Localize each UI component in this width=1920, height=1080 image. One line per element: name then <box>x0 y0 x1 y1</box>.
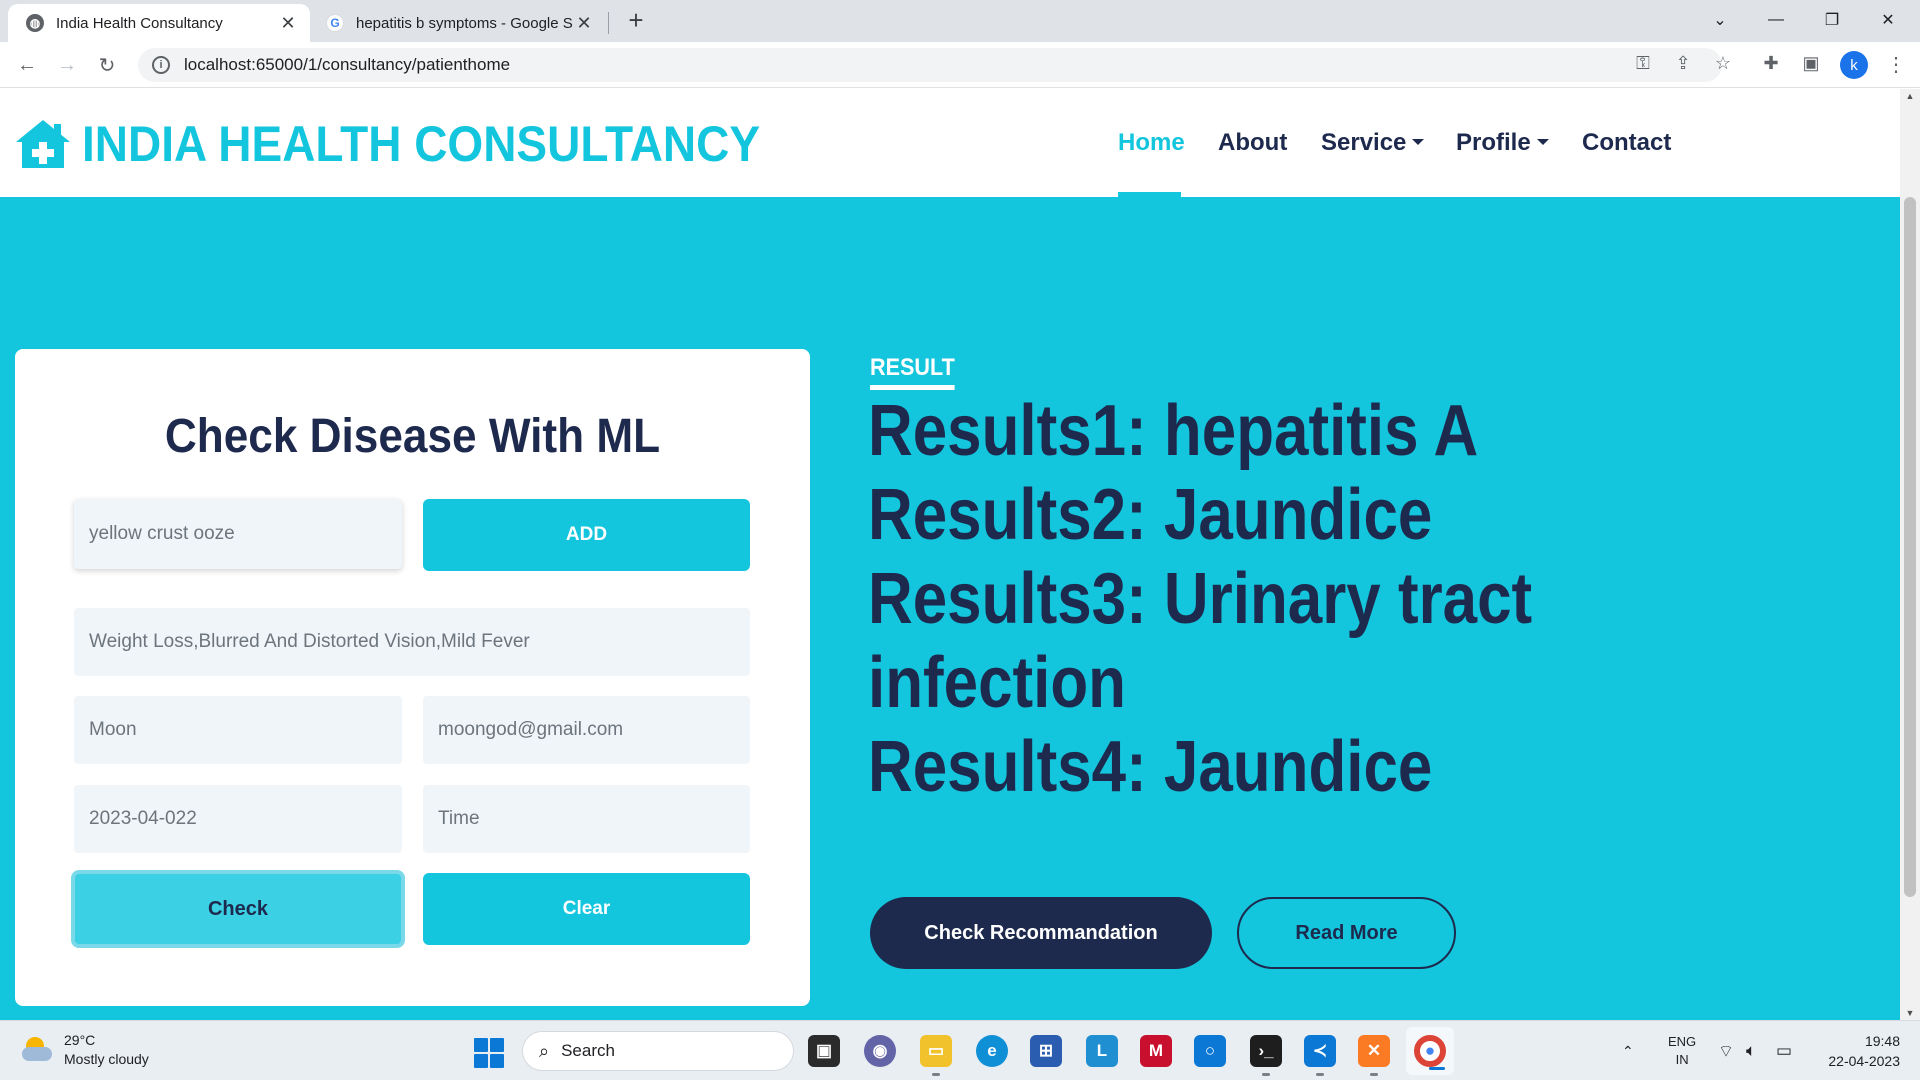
address-bar[interactable]: i localhost:65000/1/consultancy/patienth… <box>138 48 1722 82</box>
house-medical-icon <box>16 120 70 168</box>
hero-section: Check Disease With ML yellow crust ooze … <box>0 197 1900 1020</box>
nav-profile-label: Profile <box>1456 129 1531 156</box>
search-icon: ⌕ <box>539 1040 550 1061</box>
volume-icon[interactable]: 🔈︎ <box>1746 1021 1756 1080</box>
read-more-button[interactable]: Read More <box>1237 897 1456 969</box>
task-view-icon[interactable]: ▣ <box>808 1035 840 1067</box>
clear-button[interactable]: Clear <box>423 873 750 945</box>
weather-temp: 29°C <box>64 1032 96 1048</box>
file-explorer-icon[interactable]: ▭ <box>920 1035 952 1076</box>
reload-icon[interactable]: ↻ <box>92 50 122 80</box>
weather-widget[interactable]: 29°C Mostly cloudy <box>20 1031 149 1069</box>
weather-cloud-icon <box>20 1035 54 1065</box>
browser-toolbar: ← → ↻ i localhost:65000/1/consultancy/pa… <box>0 42 1920 88</box>
name-field[interactable]: Moon <box>74 696 402 764</box>
page-scrollbar[interactable]: ▲ ▼ <box>1900 89 1920 1020</box>
results-list: Results1: hepatitis A Results2: Jaundice… <box>868 389 1768 809</box>
scroll-down-icon[interactable]: ▼ <box>1900 1008 1920 1018</box>
nav-home[interactable]: Home <box>1118 129 1185 157</box>
browser-tab-active[interactable]: ◍ India Health Consultancy ✕ <box>8 4 310 42</box>
teams-chat-icon[interactable]: ◉ <box>864 1035 896 1067</box>
chevron-down-icon <box>1412 138 1425 145</box>
bookmark-star-icon[interactable]: ☆ <box>1708 48 1738 78</box>
date-field[interactable]: 2023-04-022 <box>74 785 402 853</box>
store-icon[interactable]: ⊞ <box>1030 1035 1062 1067</box>
share-icon[interactable]: ⇪ <box>1668 48 1698 78</box>
site-info-icon[interactable]: i <box>152 56 170 74</box>
extensions-icon[interactable]: ✚ <box>1756 48 1786 78</box>
side-panel-icon[interactable]: ▣ <box>1796 48 1826 78</box>
new-tab-button[interactable]: + <box>622 6 650 34</box>
restore-button[interactable]: ❐ <box>1804 0 1860 40</box>
minimize-button[interactable]: — <box>1748 0 1804 40</box>
edge-browser-icon[interactable]: e <box>976 1035 1008 1067</box>
google-icon: G <box>326 14 344 32</box>
tray-overflow-icon[interactable]: ⌃ <box>1622 1021 1634 1080</box>
profile-avatar[interactable]: k <box>1840 51 1868 79</box>
result-tag: RESULT <box>870 354 955 390</box>
scroll-up-icon[interactable]: ▲ <box>1900 91 1920 101</box>
tab-separator <box>608 12 609 34</box>
tab-title: India Health Consultancy <box>56 14 223 32</box>
symptom-input[interactable]: yellow crust ooze <box>74 499 402 569</box>
time-field[interactable]: Time <box>423 785 750 853</box>
taskbar-search[interactable]: ⌕ Search <box>522 1031 794 1071</box>
nav-service-label: Service <box>1321 129 1407 156</box>
language-indicator[interactable]: ENG IN <box>1668 1021 1696 1080</box>
url-text: localhost:65000/1/consultancy/patienthom… <box>184 55 511 74</box>
result-line: Results2: Jaundice <box>868 475 1433 555</box>
close-tab-icon[interactable]: ✕ <box>574 13 594 34</box>
battery-icon[interactable]: ▭ <box>1776 1021 1792 1080</box>
mcafee-icon[interactable]: M <box>1140 1035 1172 1067</box>
brand-name: INDIA HEALTH CONSULTANCY <box>82 116 761 172</box>
tab-title: hepatitis b symptoms - Google S <box>356 14 573 32</box>
vscode-icon[interactable]: ≺ <box>1304 1035 1336 1076</box>
nav-about[interactable]: About <box>1218 129 1287 157</box>
taskbar-clock[interactable]: 19:48 22-04-2023 <box>1810 1031 1900 1071</box>
back-icon[interactable]: ← <box>12 50 42 80</box>
wifi-icon[interactable]: ⌔ <box>1718 1021 1734 1080</box>
result-line: Results3: Urinary tract <box>868 559 1533 639</box>
result-line: Results1: hepatitis A <box>868 391 1479 471</box>
globe-icon: ◍ <box>26 14 44 32</box>
brand[interactable]: INDIA HEALTH CONSULTANCY <box>14 115 819 173</box>
windows-start-icon[interactable] <box>474 1038 504 1068</box>
chrome-icon[interactable]: ● <box>1414 1035 1446 1070</box>
lang-bottom: IN <box>1675 1052 1689 1067</box>
browser-menu-icon[interactable]: ⋮ <box>1884 51 1908 79</box>
disease-check-form: Check Disease With ML yellow crust ooze … <box>15 349 810 1006</box>
l-app-icon[interactable]: L <box>1086 1035 1118 1067</box>
browser-tabstrip: ◍ India Health Consultancy ✕ G hepatitis… <box>0 0 1920 42</box>
forward-icon[interactable]: → <box>52 50 82 80</box>
email-field[interactable]: moongod@gmail.com <box>423 696 750 764</box>
tab-search-icon[interactable]: ⌄ <box>1692 0 1748 40</box>
terminal-icon[interactable]: ›_ <box>1250 1035 1282 1076</box>
page-viewport: INDIA HEALTH CONSULTANCY Home About Serv… <box>0 89 1900 1020</box>
xampp-icon[interactable]: ✕ <box>1358 1035 1390 1076</box>
close-tab-icon[interactable]: ✕ <box>278 13 298 34</box>
result-line: infection <box>868 643 1126 723</box>
clock-time: 19:48 <box>1864 1033 1900 1049</box>
close-window-button[interactable]: ✕ <box>1860 0 1916 40</box>
windows-taskbar: 29°C Mostly cloudy ⌕ Search ▣ ◉ ▭ e ⊞ L … <box>0 1020 1920 1080</box>
check-recommendation-button[interactable]: Check Recommandation <box>870 897 1212 969</box>
scrollbar-thumb[interactable] <box>1904 197 1916 897</box>
symptoms-list-field[interactable]: Weight Loss,Blurred And Distorted Vision… <box>74 608 750 676</box>
clock-date: 22-04-2023 <box>1828 1053 1900 1069</box>
app-circle-icon[interactable]: ○ <box>1194 1035 1226 1067</box>
chevron-down-icon <box>1536 138 1549 145</box>
site-navbar: INDIA HEALTH CONSULTANCY Home About Serv… <box>0 89 1900 197</box>
nav-service[interactable]: Service <box>1321 129 1425 157</box>
key-icon[interactable]: ⚿ <box>1628 48 1658 78</box>
add-symptom-button[interactable]: ADD <box>423 499 750 571</box>
form-title: Check Disease With ML <box>164 410 661 463</box>
lang-top: ENG <box>1668 1034 1697 1049</box>
weather-desc: Mostly cloudy <box>64 1051 149 1067</box>
nav-contact[interactable]: Contact <box>1582 129 1671 157</box>
result-line: Results4: Jaundice <box>868 727 1433 807</box>
check-button[interactable]: Check <box>71 870 405 948</box>
taskbar-search-label: Search <box>561 1041 615 1060</box>
browser-tab-google[interactable]: G hepatitis b symptoms - Google S ✕ <box>316 4 606 42</box>
nav-profile[interactable]: Profile <box>1456 129 1549 157</box>
